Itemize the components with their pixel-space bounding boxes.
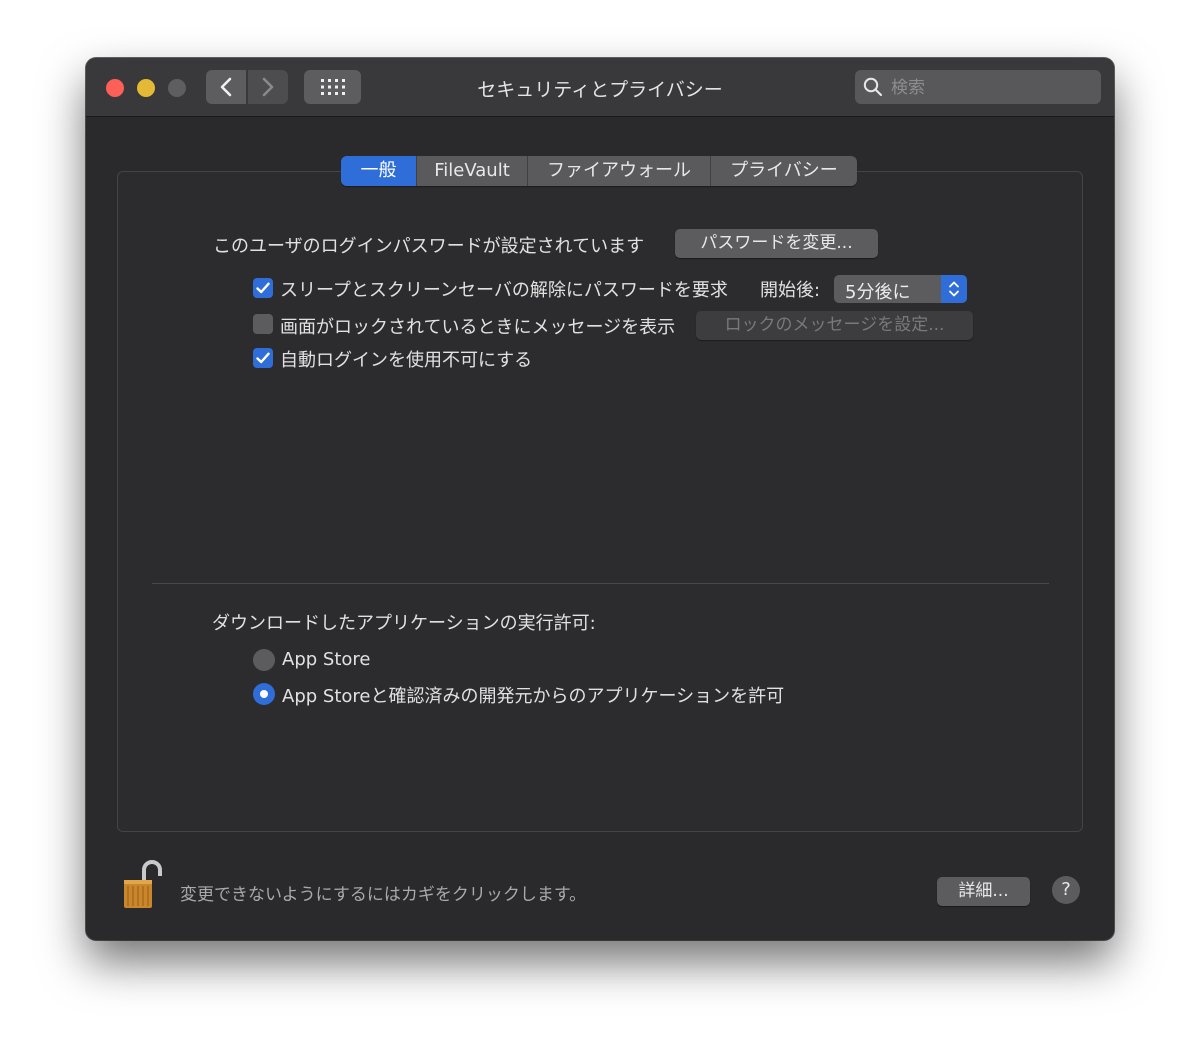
show-all-button[interactable]	[304, 70, 361, 104]
radio-dot	[260, 690, 268, 698]
require-password-label: スリープとスクリーンセーバの解除にパスワードを要求	[280, 280, 728, 301]
general-panel	[117, 171, 1083, 832]
advanced-button[interactable]: 詳細...	[937, 877, 1030, 906]
search-input[interactable]	[889, 75, 1093, 101]
lock-icon[interactable]	[122, 858, 162, 914]
tab-filevault[interactable]: FileVault	[416, 156, 527, 186]
set-lock-message-button[interactable]: ロックのメッセージを設定...	[696, 311, 973, 340]
delay-popup[interactable]: 5分後に	[834, 275, 967, 303]
chevron-left-icon	[220, 77, 232, 97]
change-password-button[interactable]: パスワードを変更...	[675, 229, 878, 258]
tab-general[interactable]: 一般	[341, 156, 416, 186]
zoom-button[interactable]	[168, 79, 186, 97]
help-button[interactable]: ?	[1052, 876, 1080, 904]
window-title: セキュリティとプライバシー	[477, 79, 723, 101]
checkmark-icon	[256, 282, 270, 294]
checkmark-icon	[256, 352, 270, 364]
radio-app-store-label: App Store	[282, 649, 371, 670]
close-button[interactable]	[106, 79, 124, 97]
tab-bar: 一般 FileVault ファイアウォール プライバシー	[341, 156, 857, 186]
radio-app-store[interactable]	[253, 649, 275, 671]
show-message-label: 画面がロックされているときにメッセージを表示	[280, 317, 676, 338]
tab-firewall[interactable]: ファイアウォール	[527, 156, 710, 186]
preferences-window: セキュリティとプライバシー 一般 FileVault ファイアウォール プライバ…	[86, 58, 1114, 940]
lock-hint-text: 変更できないようにするにはカギをクリックします。	[180, 885, 587, 905]
title-bar: セキュリティとプライバシー	[86, 58, 1114, 117]
grid-icon	[320, 79, 345, 95]
search-field[interactable]	[855, 70, 1101, 104]
minimize-button[interactable]	[137, 79, 155, 97]
radio-app-store-and-identified-label: App Storeと確認済みの開発元からのアプリケーションを許可	[282, 686, 785, 707]
disable-auto-login-checkbox[interactable]	[253, 348, 273, 368]
download-heading: ダウンロードしたアプリケーションの実行許可:	[212, 613, 596, 634]
delay-value: 5分後に	[845, 282, 911, 303]
disable-auto-login-label: 自動ログインを使用不可にする	[280, 350, 533, 371]
tab-privacy[interactable]: プライバシー	[710, 156, 857, 186]
require-password-checkbox[interactable]	[253, 278, 273, 298]
radio-app-store-and-identified[interactable]	[253, 683, 275, 705]
delay-label: 開始後:	[760, 280, 821, 301]
forward-button[interactable]	[248, 70, 288, 104]
popup-arrows-icon	[941, 275, 967, 303]
show-message-checkbox[interactable]	[253, 314, 273, 334]
search-icon	[863, 77, 883, 97]
section-divider	[152, 583, 1049, 584]
chevron-right-icon	[262, 77, 274, 97]
back-button[interactable]	[206, 70, 246, 104]
password-status-label: このユーザのログインパスワードが設定されています	[213, 236, 645, 257]
